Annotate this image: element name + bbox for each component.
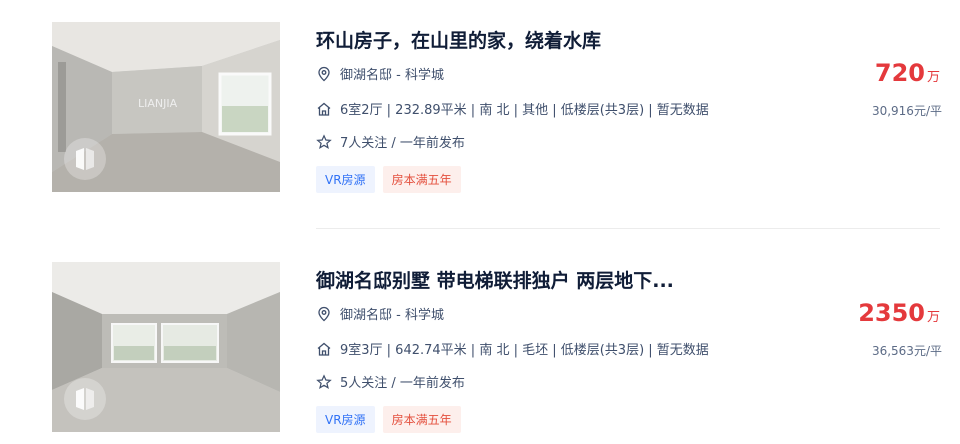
house-icon bbox=[316, 341, 332, 357]
unit-price: 36,563元/平 bbox=[871, 344, 942, 358]
listing-title[interactable]: 御湖名邸别墅 带电梯联排独户 两层地下... bbox=[316, 266, 674, 293]
price-unit: 万 bbox=[926, 70, 940, 85]
listing-photo[interactable] bbox=[52, 262, 280, 432]
tag-vr[interactable]: VR房源 bbox=[316, 406, 375, 433]
vr-badge-icon[interactable] bbox=[64, 378, 106, 420]
tag-five-years[interactable]: 房本满五年 bbox=[382, 166, 461, 193]
vr-badge-icon[interactable] bbox=[64, 138, 106, 180]
location-link[interactable]: 御湖名邸 - 科学城 bbox=[340, 64, 444, 83]
total-price: 720 万 bbox=[875, 59, 940, 87]
location-row: 御湖名邸 - 科学城 bbox=[316, 304, 444, 323]
star-icon bbox=[316, 133, 332, 150]
location-link[interactable]: 御湖名邸 - 科学城 bbox=[340, 304, 444, 323]
watermark: LIANJIA bbox=[138, 97, 178, 110]
house-info: 6室2厅 | 232.89平米 | 南 北 | 其他 | 低楼层(共3层) | … bbox=[340, 103, 709, 118]
follow-info: 7人关注 / 一年前发布 bbox=[340, 136, 465, 151]
listing-card[interactable]: LIANJIA 环山房子，在山里的家，绕着水库 御湖名邸 - 科学城 6室2厅 … bbox=[0, 0, 960, 193]
listing-photo[interactable]: LIANJIA bbox=[52, 22, 280, 192]
house-info-row: 6室2厅 | 232.89平米 | 南 北 | 其他 | 低楼层(共3层) | … bbox=[316, 99, 709, 118]
location-row: 御湖名邸 - 科学城 bbox=[316, 64, 444, 83]
follow-row: 7人关注 / 一年前发布 bbox=[316, 132, 465, 151]
house-icon bbox=[316, 101, 332, 117]
listing-title[interactable]: 环山房子，在山里的家，绕着水库 bbox=[316, 26, 601, 53]
follow-row: 5人关注 / 一年前发布 bbox=[316, 372, 465, 391]
listing-card[interactable]: 御湖名邸别墅 带电梯联排独户 两层地下... 御湖名邸 - 科学城 9室3厅 |… bbox=[0, 240, 960, 433]
location-pin-icon bbox=[316, 306, 332, 322]
tag-five-years[interactable]: 房本满五年 bbox=[382, 406, 461, 433]
price-value: 2350 bbox=[858, 299, 925, 327]
divider bbox=[316, 228, 940, 229]
tag-vr[interactable]: VR房源 bbox=[316, 166, 375, 193]
unit-price: 30,916元/平 bbox=[871, 104, 942, 118]
location-pin-icon bbox=[316, 66, 332, 82]
tag-list: VR房源 房本满五年 bbox=[316, 406, 461, 433]
price-unit: 万 bbox=[926, 310, 940, 325]
price-value: 720 bbox=[874, 59, 925, 87]
follow-info: 5人关注 / 一年前发布 bbox=[340, 376, 465, 391]
house-info: 9室3厅 | 642.74平米 | 南 北 | 毛坯 | 低楼层(共3层) | … bbox=[340, 343, 709, 358]
house-info-row: 9室3厅 | 642.74平米 | 南 北 | 毛坯 | 低楼层(共3层) | … bbox=[316, 339, 709, 358]
total-price: 2350 万 bbox=[858, 299, 940, 327]
star-icon bbox=[316, 373, 332, 390]
tag-list: VR房源 房本满五年 bbox=[316, 166, 461, 193]
